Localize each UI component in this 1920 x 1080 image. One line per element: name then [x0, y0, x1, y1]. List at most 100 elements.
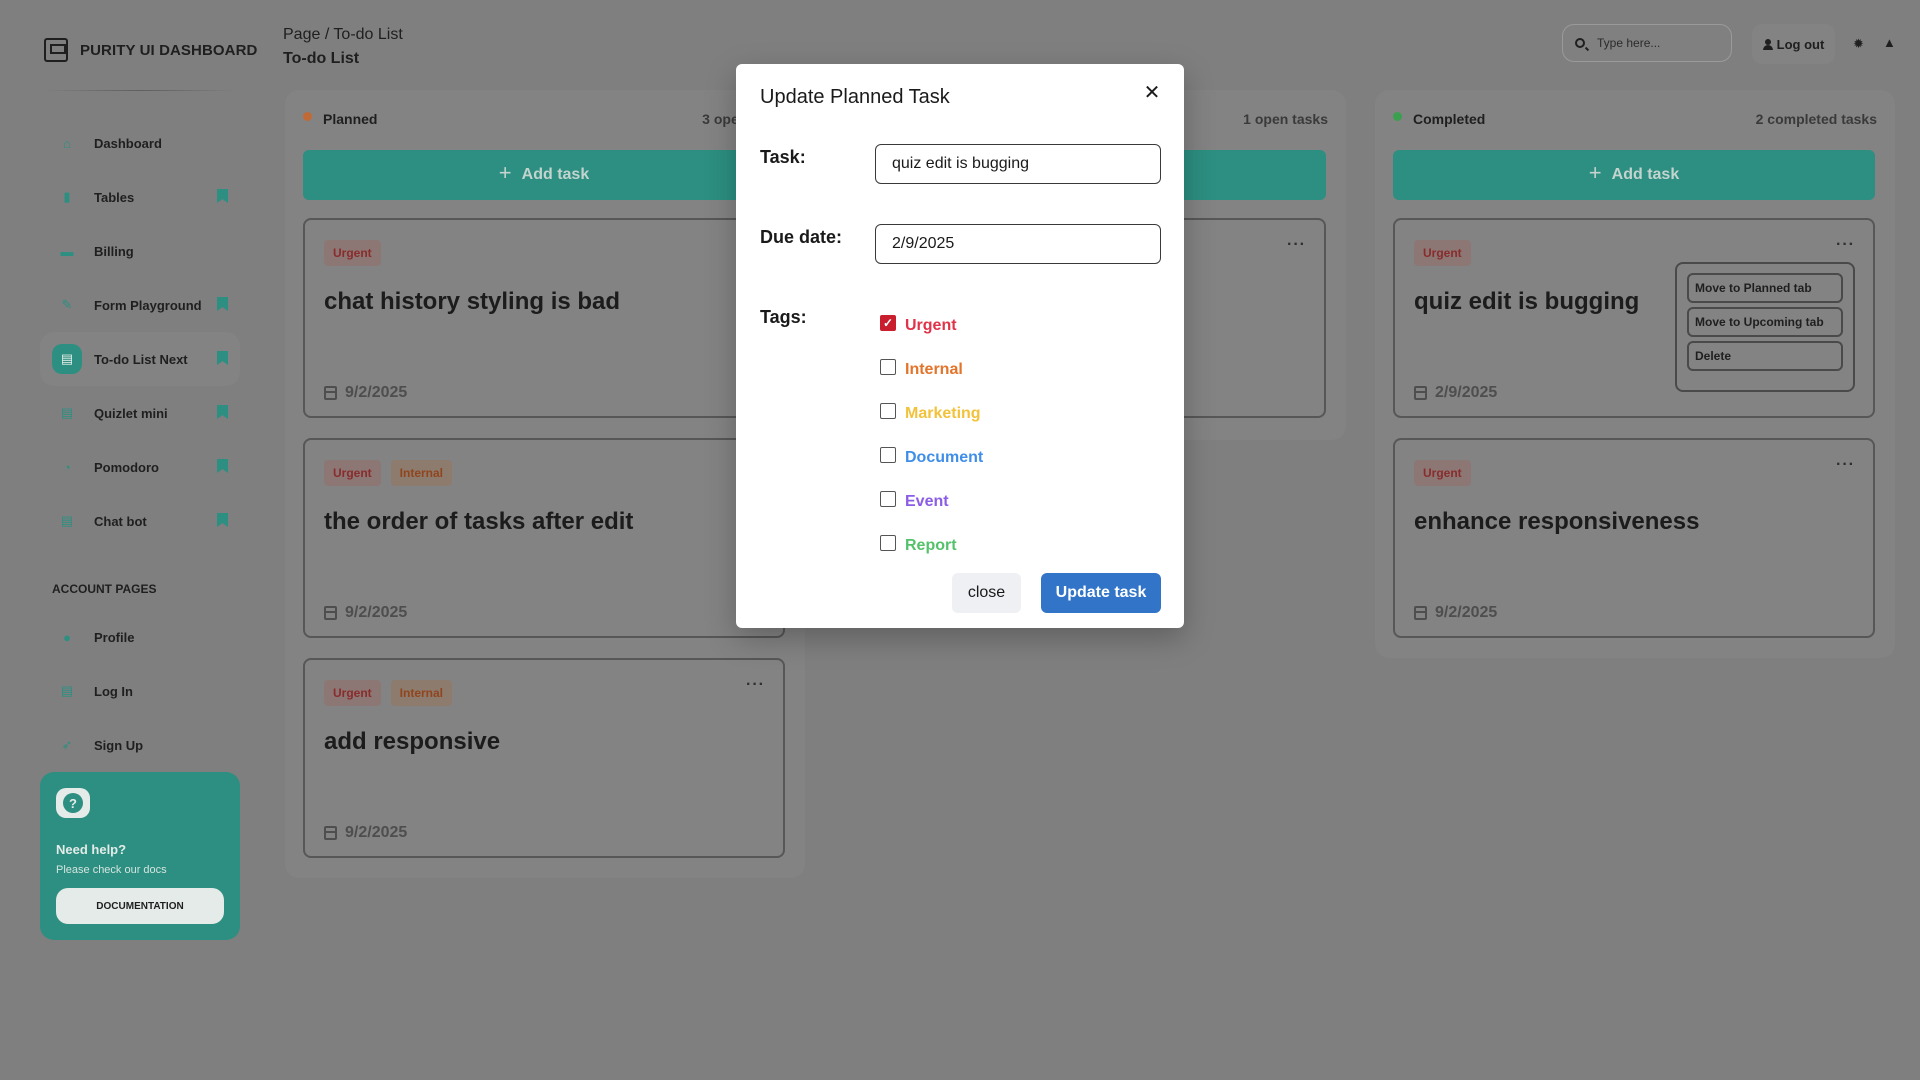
bookmark-icon[interactable] — [217, 405, 228, 419]
calendar-icon — [1414, 386, 1427, 400]
document-icon: ▤ — [52, 344, 82, 374]
sidebar-item-billing[interactable]: ▬ Billing — [40, 224, 240, 278]
sidebar-item-label: Billing — [94, 243, 134, 259]
more-options-icon[interactable]: ··· — [1836, 456, 1855, 474]
checkbox[interactable] — [880, 535, 896, 551]
tag-badge: Internal — [390, 680, 453, 706]
sidebar-item-label: To-do List Next — [94, 351, 188, 367]
tag-list: Urgent Internal — [324, 680, 453, 706]
brand[interactable]: PURITY UI DASHBOARD — [44, 38, 257, 62]
sidebar-item-tables[interactable]: ▮ Tables — [40, 170, 240, 224]
column-count: 1 open tasks — [1243, 111, 1328, 127]
sidebar-item-form-playground[interactable]: ✎ Form Playground — [40, 278, 240, 332]
task-date: 2/9/2025 — [1414, 384, 1497, 402]
task-card[interactable]: Urgent chat history styling is bad 9/2/2… — [303, 218, 785, 418]
delete-menu-item[interactable]: Delete — [1687, 341, 1843, 371]
task-input[interactable] — [875, 144, 1161, 184]
column-count: 2 completed tasks — [1755, 111, 1877, 127]
task-label: Task: — [760, 147, 806, 167]
help-icon-box: ? — [56, 788, 90, 818]
document-icon: ▤ — [60, 405, 74, 420]
task-card[interactable]: Urgent Internal the order of tasks after… — [303, 438, 785, 638]
search-box[interactable] — [1562, 24, 1732, 62]
column-title: Planned — [323, 111, 378, 127]
sidebar-item-profile[interactable]: ● Profile — [40, 610, 240, 664]
brand-title: PURITY UI DASHBOARD — [80, 41, 258, 59]
question-icon: ? — [63, 793, 83, 813]
tag-badge: Urgent — [324, 240, 381, 266]
divider — [44, 90, 236, 91]
task-title: the order of tasks after edit — [324, 508, 634, 535]
close-icon[interactable]: ✕ — [1138, 78, 1166, 106]
sidebar-item-todo-list-next[interactable]: ▤ To-do List Next — [40, 332, 240, 386]
tag-option-marketing[interactable]: Marketing — [880, 392, 983, 436]
logout-button[interactable]: Log out — [1752, 24, 1835, 64]
checkbox[interactable] — [880, 403, 896, 419]
tag-option-internal[interactable]: Internal — [880, 348, 983, 392]
tag-option-document[interactable]: Document — [880, 436, 983, 480]
tag-list: Urgent — [324, 240, 381, 266]
clock-icon: ◔ — [63, 459, 71, 475]
bookmark-icon[interactable] — [217, 297, 228, 311]
account-nav: ● Profile ▤ Log In ➶ Sign Up — [40, 610, 240, 772]
sidebar-item-log-in[interactable]: ▤ Log In — [40, 664, 240, 718]
update-task-modal: Update Planned Task ✕ Task: Due date: Ta… — [736, 64, 1184, 628]
checkbox-checked[interactable]: ✓ — [880, 315, 896, 331]
documentation-button[interactable]: DOCUMENTATION — [56, 888, 224, 924]
checkbox[interactable] — [880, 491, 896, 507]
sidebar-item-chat-bot[interactable]: ▤ Chat bot — [40, 494, 240, 548]
sidebar-item-label: Log In — [94, 683, 133, 699]
task-title: quiz edit is bugging — [1414, 288, 1640, 315]
modal-title: Update Planned Task — [760, 86, 950, 108]
more-options-icon[interactable]: ··· — [1287, 236, 1306, 254]
page-title: To-do List — [283, 50, 360, 67]
task-date: 9/2/2025 — [324, 384, 407, 402]
checkbox[interactable] — [880, 447, 896, 463]
add-task-label: Add task — [1611, 166, 1680, 183]
more-options-icon[interactable]: ··· — [1836, 236, 1855, 254]
sidebar-item-pomodoro[interactable]: ◔ Pomodoro — [40, 440, 240, 494]
bookmark-icon[interactable] — [217, 351, 228, 365]
sidebar-item-dashboard[interactable]: ⌂ Dashboard — [40, 116, 240, 170]
sidebar-item-label: Pomodoro — [94, 459, 159, 475]
tag-option-label: Document — [905, 449, 984, 466]
tag-option-urgent[interactable]: ✓ Urgent — [880, 304, 983, 348]
plus-icon: + — [1588, 160, 1602, 185]
gear-icon[interactable]: ✹ — [1853, 36, 1864, 52]
task-title: enhance responsiveness — [1414, 508, 1700, 535]
move-to-upcoming-menu-item[interactable]: Move to Upcoming tab — [1687, 307, 1843, 337]
search-input[interactable] — [1597, 36, 1707, 50]
sidebar-item-sign-up[interactable]: ➶ Sign Up — [40, 718, 240, 772]
move-to-planned-menu-item[interactable]: Move to Planned tab — [1687, 273, 1843, 303]
breadcrumb[interactable]: Page / To-do List — [283, 26, 403, 44]
bell-icon[interactable]: ▲ — [1883, 35, 1896, 50]
home-icon: ⌂ — [63, 135, 71, 151]
more-options-icon[interactable]: ··· — [746, 676, 765, 694]
checkbox[interactable] — [880, 359, 896, 375]
sidebar-item-label: Sign Up — [94, 737, 144, 753]
due-date-label: Due date: — [760, 227, 843, 247]
bookmark-icon[interactable] — [217, 189, 228, 203]
sidebar-item-label: Profile — [94, 629, 135, 645]
task-card[interactable]: Urgent ··· enhance responsiveness 9/2/20… — [1393, 438, 1875, 638]
sidebar-item-label: Quizlet mini — [94, 405, 168, 421]
tag-option-label: Internal — [905, 361, 963, 378]
column-header: Planned 3 open tasks — [303, 111, 787, 131]
close-button[interactable]: close — [952, 573, 1021, 613]
bookmark-icon[interactable] — [217, 513, 228, 527]
task-date-text: 9/2/2025 — [345, 384, 408, 401]
update-task-button[interactable]: Update task — [1041, 573, 1161, 613]
tag-badge: Urgent — [324, 680, 381, 706]
wrench-icon: ✎ — [61, 297, 73, 312]
task-card[interactable]: Urgent Internal ··· add responsive 9/2/2… — [303, 658, 785, 858]
due-date-input[interactable] — [875, 224, 1161, 264]
tag-option-event[interactable]: Event — [880, 480, 983, 524]
add-task-button[interactable]: + Add task — [1393, 150, 1875, 200]
task-date: 9/2/2025 — [324, 824, 407, 842]
help-title: Need help? — [56, 842, 127, 857]
add-task-button[interactable]: + Add task — [303, 150, 785, 200]
sidebar-item-quizlet-mini[interactable]: ▤ Quizlet mini — [40, 386, 240, 440]
tag-option-report[interactable]: Report — [880, 524, 983, 568]
bookmark-icon[interactable] — [217, 459, 228, 473]
column-title: Completed — [1413, 111, 1486, 127]
